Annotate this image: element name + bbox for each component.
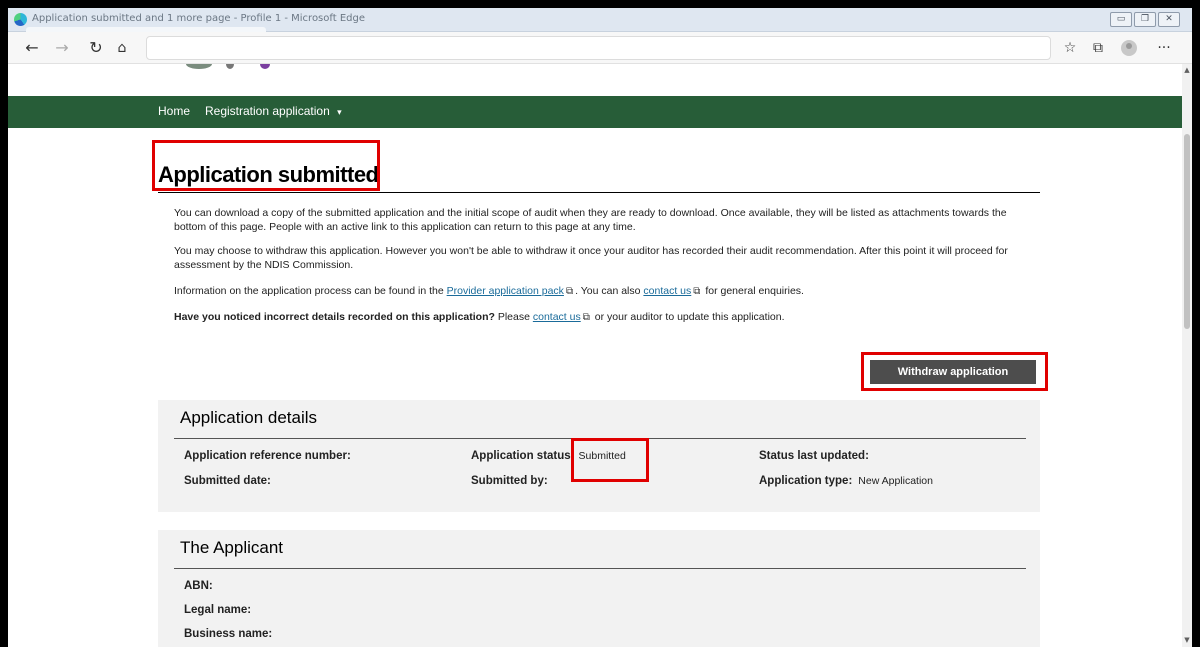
applicant-panel: The Applicant ABN: Legal name: Business … [158,530,1040,647]
application-type-field: Application type: New Application [759,475,933,487]
withdraw-info-paragraph: You may choose to withdraw this applicat… [174,245,1008,271]
info-text-a: Information on the application process c… [174,285,447,297]
edge-logo-icon [14,13,27,26]
home-icon[interactable]: ⌂ [112,38,132,58]
site-logo [178,64,288,72]
highlight-title-box [152,140,380,191]
address-input[interactable] [146,36,1051,60]
application-details-heading: Application details [180,408,318,427]
title-divider [158,192,1040,193]
favorites-star-icon[interactable]: ☆ [1060,39,1080,59]
submitted-date-field: Submitted date: [184,475,277,487]
minimize-icon[interactable]: ▭ [1110,12,1132,27]
highlight-withdraw-box [861,352,1048,391]
info-text-b: . You can also [575,285,644,297]
business-name-label: Business name: [184,628,273,640]
reference-number-label: Application reference number: [184,450,351,462]
chevron-down-icon: ▾ [337,107,342,117]
applicant-heading: The Applicant [180,538,284,557]
legal-name-label: Legal name: [184,604,252,616]
business-name-field: Business name: [184,628,272,640]
back-arrow-icon[interactable]: ← [22,38,42,58]
profile-avatar-icon[interactable] [1121,40,1137,56]
status-updated-field: Status last updated: [759,450,875,462]
contact-us-link-2[interactable]: contact us [533,311,581,323]
restore-icon[interactable]: ❐ [1134,12,1156,27]
browser-window: Application submitted and 1 more page - … [8,8,1192,647]
incorrect-text-a: Please [494,311,533,323]
submitted-by-field: Submitted by: [471,475,554,487]
scroll-up-icon[interactable]: ▲ [1183,66,1191,74]
site-navbar: Home Registration application ▾ [8,96,1182,128]
scrollbar-thumb[interactable] [1184,134,1190,329]
incorrect-text-b: or your auditor to update this applicati… [591,311,785,323]
highlight-status-box [571,438,649,482]
status-label: Application status: [471,450,575,462]
incorrect-details-paragraph: Have you noticed incorrect details recor… [174,310,1034,325]
intro-paragraph: You can download a copy of the submitted… [174,207,1007,233]
external-link-icon: ⧉ [693,286,701,297]
external-link-icon: ⧉ [582,312,590,323]
abn-field: ABN: [184,580,213,592]
collections-icon[interactable]: ⧉ [1088,39,1108,59]
page-scrollbar[interactable]: ▲ ▼ [1182,64,1192,647]
submitted-date-label: Submitted date: [184,475,271,487]
nav-registration-label: Registration application [205,104,330,118]
forward-arrow-icon[interactable]: → [52,38,72,58]
window-title: Application submitted and 1 more page - … [32,13,365,24]
info-text-c: for general enquiries. [702,285,804,297]
submitted-by-label: Submitted by: [471,475,548,487]
address-toolbar: ← → ↻ ⌂ ☆ ⧉ ··· [8,32,1192,64]
application-type-value: New Application [858,475,933,487]
page-viewport: Home Registration application ▾ Applicat… [8,64,1182,647]
applicant-divider [174,568,1026,569]
contact-us-link[interactable]: contact us [643,285,691,297]
title-bar: Application submitted and 1 more page - … [8,8,1192,32]
external-link-icon: ⧉ [565,286,574,297]
legal-name-field: Legal name: [184,604,251,616]
application-type-label: Application type: [759,475,853,487]
nav-registration-dropdown[interactable]: Registration application ▾ [205,104,342,118]
status-updated-label: Status last updated: [759,450,869,462]
close-icon[interactable]: ✕ [1158,12,1180,27]
abn-label: ABN: [184,580,213,592]
more-menu-icon[interactable]: ··· [1154,39,1174,59]
scroll-down-icon[interactable]: ▼ [1183,636,1191,644]
incorrect-details-question: Have you noticed incorrect details recor… [174,311,495,323]
info-paragraph: Information on the application process c… [174,284,1034,299]
provider-pack-link[interactable]: Provider application pack [447,285,564,297]
reference-number-field: Application reference number: [184,450,357,462]
nav-home-link[interactable]: Home [158,104,190,118]
refresh-icon[interactable]: ↻ [86,38,106,58]
